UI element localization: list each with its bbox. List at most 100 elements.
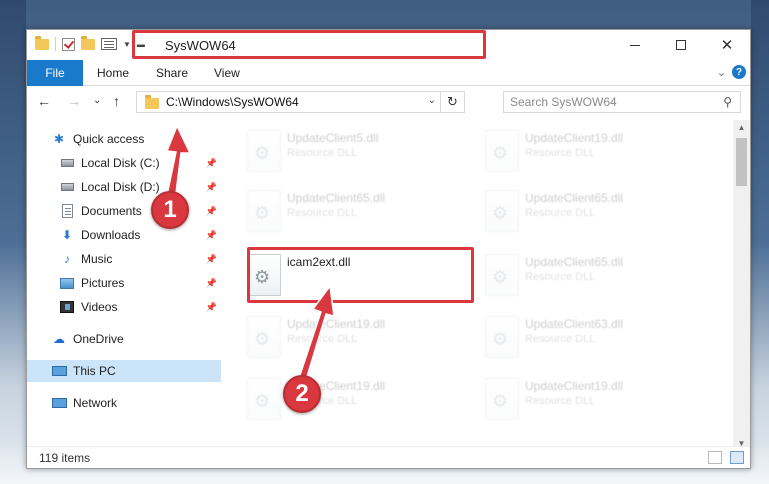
pin-icon[interactable]: 📌 [206,278,217,289]
downloads-icon: ⬇ [61,228,73,242]
drive-icon [59,155,75,171]
nav-item-label: Videos [81,300,118,314]
dll-file-icon [485,190,519,232]
forward-button[interactable]: → [67,93,81,109]
minimize-button[interactable] [612,30,658,60]
nav-item-local-disk-d[interactable]: Local Disk (D:) 📌 [27,176,221,198]
nav-item-this-pc[interactable]: This PC [27,360,221,382]
dll-file-icon [247,130,281,172]
folder-icon[interactable] [35,35,49,50]
properties-check-icon[interactable] [62,37,75,51]
nav-item-pictures[interactable]: Pictures 📌 [27,272,221,294]
scroll-up-icon[interactable]: ▲ [733,120,750,134]
file-item[interactable]: UpdateClient63.dll Resource DLL [475,312,707,364]
up-button[interactable]: ↑ [113,93,120,109]
dll-file-icon [247,378,281,420]
file-item[interactable]: UpdateClient19.dll Resource DLL [475,374,707,426]
onedrive-icon: ☁ [53,332,65,346]
ribbon: File Home Share View ⌄ ? [27,60,750,86]
file-name: UpdateClient65.dll [525,191,624,205]
tab-file[interactable]: File [27,60,83,86]
file-type: Resource DLL [287,207,358,219]
file-item[interactable]: UpdateClient65.dll Resource DLL [237,186,469,238]
address-bar[interactable]: C:\Windows\SysWOW64 ⌄ ↻ [136,91,465,113]
refresh-button[interactable]: ↻ [440,92,464,112]
pictures-icon [59,275,75,291]
item-count: 119 items [39,451,91,465]
file-highlight [247,247,474,303]
file-item[interactable]: UpdateClient65.dll Resource DLL [475,250,707,302]
search-box[interactable]: ⚲ [503,91,741,113]
nav-item-videos[interactable]: Videos 📌 [27,296,221,318]
file-item[interactable]: UpdateClient19.dll Resource DLL [237,374,469,426]
toolbar-separator [55,37,56,51]
large-icons-view-icon[interactable] [730,451,744,464]
scrollbar-thumb[interactable] [736,138,747,186]
file-explorer-window: ▼ ▬ SysWOW64 ✕ File Home Share View ⌄ ? … [26,29,751,469]
pin-icon[interactable]: 📌 [206,254,217,265]
dll-file-icon [485,378,519,420]
nav-item-label: This PC [73,364,116,378]
rename-icon[interactable] [101,38,117,50]
nav-item-onedrive[interactable]: ☁ OneDrive [27,328,221,350]
file-item[interactable]: UpdateClient65.dll Resource DLL [475,186,707,238]
search-icon[interactable]: ⚲ [723,95,732,109]
address-bar-highlight [132,30,486,59]
new-folder-icon[interactable] [81,35,95,50]
back-button[interactable]: ← [37,93,51,109]
address-dropdown-icon[interactable]: ⌄ [428,95,436,106]
dll-file-icon [485,316,519,358]
tab-share[interactable]: Share [156,66,188,80]
customize-toolbar-dropdown-icon[interactable]: ▼ [123,40,131,49]
status-bar: 119 items [27,446,750,468]
tab-home[interactable]: Home [97,66,129,80]
nav-item-label: Music [81,252,113,266]
window-controls: ✕ [612,30,750,60]
navigation-pane: ✱ Quick access Local Disk (C:) 📌 Local D… [27,120,221,450]
nav-item-label: Quick access [73,132,145,146]
details-view-icon[interactable] [708,451,722,464]
documents-icon [59,203,75,219]
expand-ribbon-icon[interactable]: ⌄ [717,66,726,79]
nav-item-label: OneDrive [73,332,124,346]
quick-access-toolbar: ▼ ▬ [35,35,145,51]
nav-item-quick-access[interactable]: ✱ Quick access [27,128,221,150]
close-button[interactable]: ✕ [704,30,750,60]
pin-icon[interactable]: 📌 [206,302,217,313]
close-icon: ✕ [720,37,734,54]
address-path[interactable]: C:\Windows\SysWOW64 [166,95,299,109]
nav-item-network[interactable]: Network [27,392,221,414]
file-item[interactable]: UpdateClient19.dll Resource DLL [237,312,469,364]
nav-item-downloads[interactable]: ⬇ Downloads 📌 [27,224,221,246]
pin-icon[interactable]: 📌 [206,182,217,193]
file-type: Resource DLL [525,207,596,219]
file-name: UpdateClient65.dll [525,255,624,269]
network-icon [51,395,67,411]
file-type: Resource DLL [525,395,596,407]
star-icon: ✱ [53,132,65,146]
desktop-background-left [0,0,26,484]
nav-item-label: Documents [81,204,142,218]
tab-view[interactable]: View [214,66,240,80]
step-2-badge: 2 [283,375,321,413]
nav-item-local-disk-c[interactable]: Local Disk (C:) 📌 [27,152,221,174]
pin-icon[interactable]: 📌 [206,158,217,169]
maximize-button[interactable] [658,30,704,60]
folder-icon [145,94,159,109]
file-item[interactable]: UpdateClient5.dll Resource DLL [237,126,469,178]
vertical-scrollbar[interactable]: ▲ ▼ [733,120,750,450]
dll-file-icon [247,190,281,232]
pin-icon[interactable]: 📌 [206,206,217,217]
recent-locations-button[interactable]: ⌄ [93,95,101,106]
search-input[interactable] [510,95,710,109]
dll-file-icon [485,130,519,172]
file-item[interactable]: UpdateClient19.dll Resource DLL [475,126,707,178]
nav-item-documents[interactable]: Documents 📌 [27,200,221,222]
help-icon[interactable]: ? [732,65,746,79]
nav-item-music[interactable]: ♪ Music 📌 [27,248,221,270]
pin-icon[interactable]: 📌 [206,230,217,241]
file-type: Resource DLL [287,147,358,159]
music-icon: ♪ [64,252,70,266]
file-name: UpdateClient63.dll [525,317,624,331]
navigation-bar: ← → ⌄ ↑ C:\Windows\SysWOW64 ⌄ ↻ ⚲ [27,87,750,117]
